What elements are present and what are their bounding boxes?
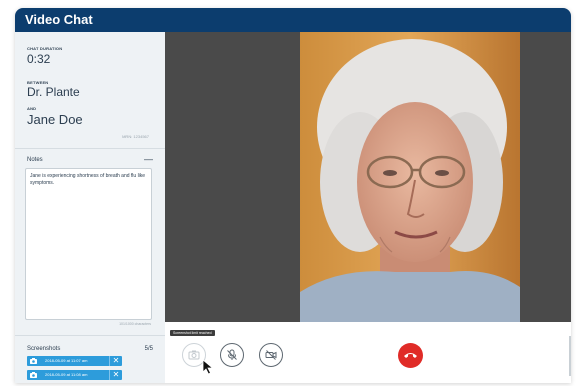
divider (15, 148, 165, 149)
end-call-button[interactable] (398, 343, 423, 368)
phone-hangup-icon (404, 353, 417, 358)
camera-icon (188, 350, 200, 360)
divider (15, 335, 165, 336)
sidebar: CHAT DURATION 0:32 BETWEEN Dr. Plante AN… (15, 32, 165, 383)
chat-duration: 0:32 (27, 52, 51, 66)
notes-collapse-button[interactable]: — (144, 154, 153, 164)
window-title: Video Chat (25, 12, 93, 27)
video-chat-window: Video Chat CHAT DURATION 0:32 BETWEEN Dr… (15, 8, 571, 383)
mrn: MRN: 1234567 (122, 134, 149, 139)
screenshot-label: 2018-05-09 at 11:07 am (45, 358, 88, 363)
and-label: AND (27, 106, 37, 111)
video-feed (165, 32, 571, 322)
patient-video-image (300, 32, 520, 322)
scrollbar[interactable] (569, 336, 571, 376)
remove-screenshot-button[interactable]: ✕ (109, 356, 122, 366)
screenshots-count: 5/5 (144, 346, 153, 352)
screenshots-heading: Screenshots (27, 346, 61, 352)
remove-screenshot-button[interactable]: ✕ (109, 370, 122, 380)
notes-heading: Notes (27, 157, 43, 163)
patient-name: Jane Doe (27, 112, 83, 127)
notes-textarea[interactable]: Jane is experiencing shortness of breath… (25, 168, 152, 320)
mute-button[interactable] (220, 343, 244, 367)
screenshot-item[interactable]: 2018-05-09 at 11:08 am ✕ (27, 370, 122, 380)
screenshot-label: 2018-05-09 at 11:08 am (45, 372, 88, 377)
notes-text: Jane is experiencing shortness of breath… (30, 173, 146, 186)
title-bar: Video Chat (15, 8, 571, 32)
video-off-icon (265, 350, 277, 360)
screenshot-item[interactable]: 2018-05-09 at 11:07 am ✕ (27, 356, 122, 366)
camera-icon (30, 372, 37, 378)
camera-icon (30, 358, 37, 364)
provider-name: Dr. Plante (27, 85, 80, 99)
video-toggle-button[interactable] (259, 343, 283, 367)
chat-duration-label: CHAT DURATION (27, 46, 63, 51)
notes-char-count: 101/1000 characters (119, 322, 151, 326)
mic-off-icon (227, 349, 237, 360)
mouse-cursor-icon (202, 359, 214, 375)
screenshot-limit-tooltip: Screenshot limit reached (170, 330, 215, 336)
call-controls-bar: Screenshot limit reached (165, 322, 571, 383)
